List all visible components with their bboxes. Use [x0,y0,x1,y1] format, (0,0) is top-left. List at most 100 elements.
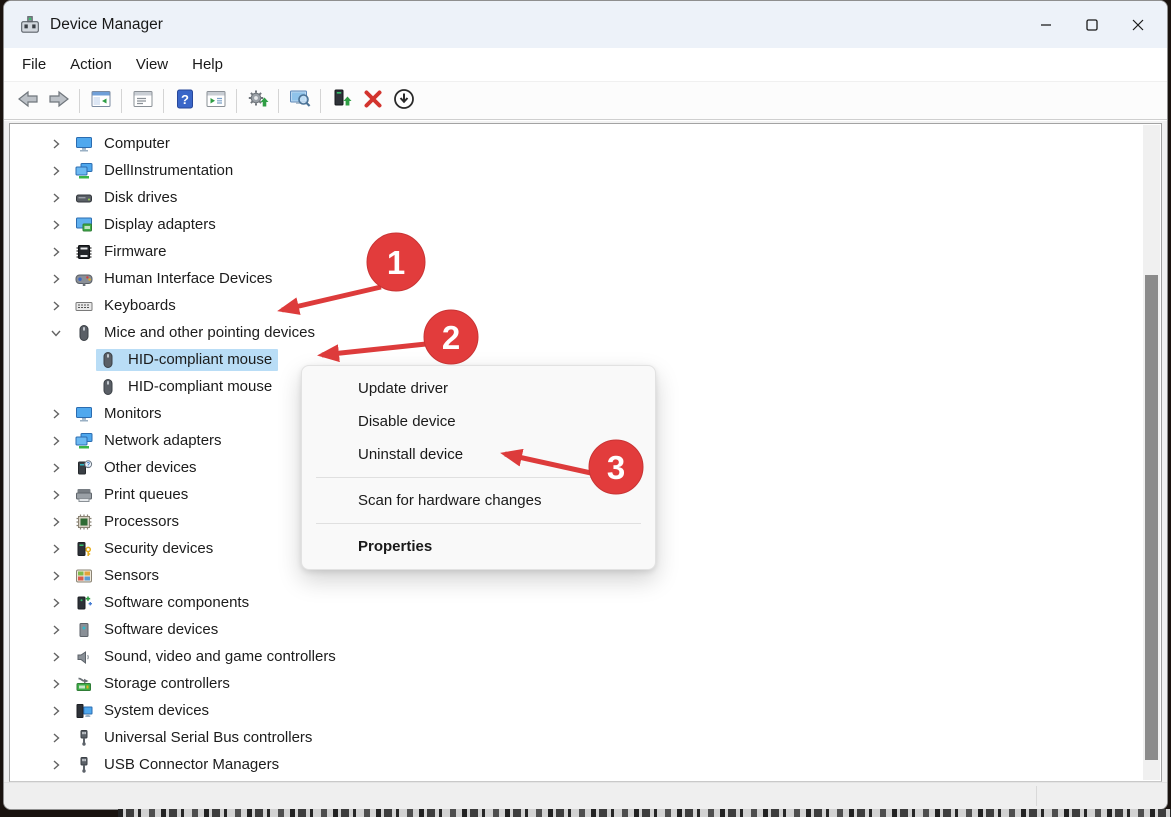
tree-item-sound-video-and-game-controllers[interactable]: Sound, video and game controllers [10,643,1143,670]
security-devices-icon [75,540,95,558]
toolbar-button-uninstall-device[interactable] [357,86,388,116]
tree-item-software-components[interactable]: Software components [10,589,1143,616]
toolbar-separator [79,88,80,113]
computer-icon [75,135,95,153]
vertical-scrollbar[interactable] [1143,125,1160,780]
toolbar-button-help[interactable]: ? [169,86,200,116]
keyboard-icon [75,297,95,315]
tree-item-storage-controllers[interactable]: Storage controllers [10,670,1143,697]
device-up-icon [330,87,354,114]
tree-item-label: DellInstrumentation [104,162,234,179]
toolbar-button-properties-pane[interactable] [127,86,158,116]
tree-item-label: Network adapters [104,432,222,449]
tree-item-label: Other devices [104,459,197,476]
context-menu-item-disable-device[interactable]: Disable device [302,405,655,438]
chevron-right-icon[interactable] [48,217,64,233]
scan-icon [288,87,312,114]
chevron-right-icon[interactable] [48,595,64,611]
sound-icon [75,648,95,666]
chevron-right-icon[interactable] [48,298,64,314]
mouse-icon [99,351,119,369]
software-devices-icon [75,621,95,639]
tree-item-universal-serial-bus-controllers[interactable]: Universal Serial Bus controllers [10,724,1143,751]
chevron-right-icon[interactable] [48,163,64,179]
toolbar-separator [163,88,164,113]
chevron-right-icon[interactable] [48,136,64,152]
context-menu-item-properties[interactable]: Properties [302,530,655,563]
disable-icon [392,87,416,114]
tree-item-label: Software components [104,594,250,611]
device-manager-app-icon [20,15,40,35]
chevron-right-icon[interactable] [48,406,64,422]
print-queues-icon [75,486,95,504]
system-devices-icon [75,702,95,720]
chevron-right-icon[interactable] [48,622,64,638]
tree-item-label: Human Interface Devices [104,270,273,287]
toolbar-button-action-pane[interactable] [200,86,231,116]
chevron-right-icon[interactable] [48,649,64,665]
svg-text:?: ? [181,92,189,107]
usb-icon [75,756,95,774]
tree-item-label: Security devices [104,540,214,557]
scrollbar-thumb[interactable] [1145,275,1158,760]
tree-item-human-interface-devices[interactable]: Human Interface Devices [10,265,1143,292]
toolbar-button-update-device-driver[interactable] [326,86,357,116]
chevron-right-icon[interactable] [48,757,64,773]
minimize-button[interactable] [1023,1,1069,48]
toolbar-button-show-console-tree[interactable] [85,86,116,116]
tree-item-disk-drives[interactable]: Disk drives [10,184,1143,211]
tree-item-label: USB Connector Managers [104,756,280,773]
chevron-right-icon[interactable] [48,244,64,260]
toolbar-button-update-driver[interactable] [242,86,273,116]
tree-item-mice-and-other-pointing-devices[interactable]: Mice and other pointing devices [10,319,1143,346]
mouse-icon [99,378,119,396]
chevron-right-icon[interactable] [48,271,64,287]
action-pane-icon [204,87,228,114]
tree-item-label: Print queues [104,486,189,503]
uninstall-x-icon [361,87,385,114]
context-menu-item-update-driver[interactable]: Update driver [302,372,655,405]
console-tree-icon [89,87,113,114]
chevron-right-icon[interactable] [48,730,64,746]
chevron-right-icon[interactable] [48,190,64,206]
chevron-right-icon[interactable] [48,568,64,584]
menu-item-view[interactable]: View [124,52,180,77]
menu-item-file[interactable]: File [10,52,58,77]
close-button[interactable] [1115,1,1161,48]
toolbar-button-back[interactable] [12,86,43,116]
chevron-right-icon[interactable] [48,514,64,530]
firmware-icon [75,243,95,261]
hid-icon [75,270,95,288]
context-menu-item-scan-for-hardware-changes[interactable]: Scan for hardware changes [302,484,655,517]
tree-item-dellinstrumentation[interactable]: DellInstrumentation [10,157,1143,184]
chevron-right-icon[interactable] [48,541,64,557]
tree-item-keyboards[interactable]: Keyboards [10,292,1143,319]
dell-instrumentation-icon [75,162,95,180]
chevron-down-icon[interactable] [48,325,64,341]
chevron-right-icon[interactable] [48,703,64,719]
tree-item-system-devices[interactable]: System devices [10,697,1143,724]
tree-item-display-adapters[interactable]: Display adapters [10,211,1143,238]
context-menu-item-uninstall-device[interactable]: Uninstall device [302,438,655,471]
menu-item-help[interactable]: Help [180,52,235,77]
context-menu-separator [316,477,641,478]
status-bar-divider [1036,786,1037,806]
toolbar-button-forward[interactable] [43,86,74,116]
window-controls [1023,1,1161,48]
tree-item-firmware[interactable]: Firmware [10,238,1143,265]
tree-item-label: Computer [104,135,170,152]
chevron-right-icon[interactable] [48,460,64,476]
chevron-right-icon[interactable] [48,676,64,692]
chevron-right-icon[interactable] [48,487,64,503]
context-menu: Update driver Disable device Uninstall dev… [301,365,656,570]
menu-item-action[interactable]: Action [58,52,124,77]
tree-item-usb-connector-managers[interactable]: USB Connector Managers [10,751,1143,778]
maximize-button[interactable] [1069,1,1115,48]
toolbar-button-scan-hardware-changes[interactable] [284,86,315,116]
tree-item-label: Universal Serial Bus controllers [104,729,313,746]
tree-item-computer[interactable]: Computer [10,130,1143,157]
toolbar-button-disable-device[interactable] [388,86,419,116]
other-devices-icon: ? [75,459,95,477]
tree-item-software-devices[interactable]: Software devices [10,616,1143,643]
chevron-right-icon[interactable] [48,433,64,449]
